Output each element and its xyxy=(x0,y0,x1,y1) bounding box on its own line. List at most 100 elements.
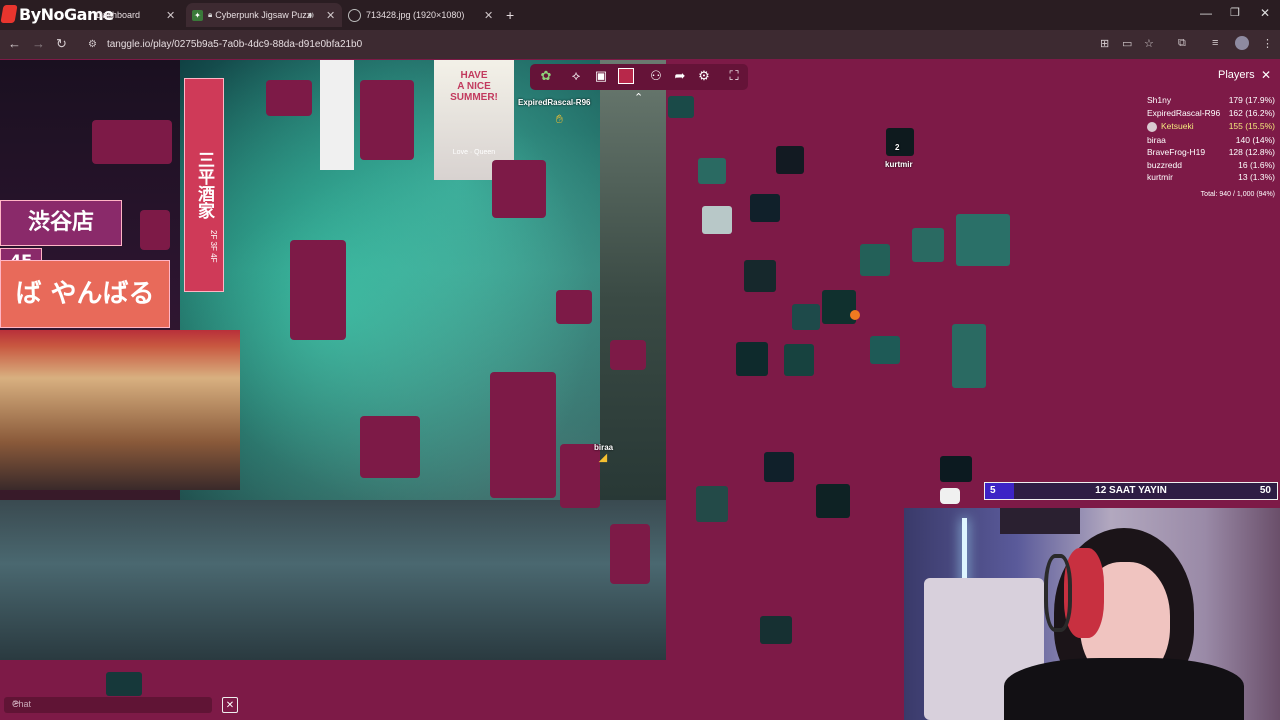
lock-icon: 🔒︎ xyxy=(208,10,213,19)
player-row: kurtmir 13 (1.3%) xyxy=(1147,172,1275,184)
player-name: buzzredd xyxy=(1147,160,1182,170)
puzzle-piece[interactable] xyxy=(792,304,820,330)
puzzle-piece[interactable] xyxy=(784,344,814,376)
send-icon[interactable]: ➢ xyxy=(12,698,208,709)
cursor-label-expired: ExpiredRascal-R96 xyxy=(518,98,591,107)
puzzle-piece[interactable] xyxy=(698,158,726,184)
restore-icon[interactable]: ❐ xyxy=(1230,6,1240,19)
collapse-chevron-icon[interactable]: ⌃ xyxy=(634,91,643,104)
player-row: Sh1ny 179 (17.9%) xyxy=(1147,95,1275,107)
new-tab-icon[interactable]: + xyxy=(506,3,520,27)
wet-street xyxy=(0,500,666,660)
puzzle-piece[interactable] xyxy=(736,342,768,376)
image-preview-icon[interactable]: ▣ xyxy=(589,64,613,88)
tab-jigsaw[interactable]: ✦ 🔒︎ Cyberpunk Jigsaw Puzz 🔊︎ ✕ xyxy=(186,3,342,27)
pieces-icon[interactable]: ⟡ xyxy=(564,64,588,88)
bynogame-mark-icon xyxy=(0,5,18,23)
player-name: biraa xyxy=(1147,135,1166,145)
missing-piece-area xyxy=(290,240,346,340)
minimize-icon[interactable]: — xyxy=(1200,6,1212,20)
fullscreen-icon[interactable]: ⛶ xyxy=(722,64,746,88)
globe-icon xyxy=(348,8,361,22)
player-score: 16 (1.6%) xyxy=(1238,160,1275,170)
close-icon[interactable]: ✕ xyxy=(1259,68,1273,82)
puzzle-board[interactable]: 渋谷店 4F ば やんばる 三平酒家 2F 3F 4F HAVE A NICE … xyxy=(0,60,666,660)
missing-piece-area xyxy=(266,80,312,116)
puzzle-piece[interactable] xyxy=(940,456,972,482)
player-score: 13 (1.3%) xyxy=(1238,172,1275,182)
puzzle-piece[interactable] xyxy=(886,128,914,156)
puzzle-piece[interactable] xyxy=(816,484,850,518)
puzzle-piece[interactable] xyxy=(956,214,1010,266)
puzzle-favicon-icon: ✦ xyxy=(192,9,203,21)
chat-close-icon[interactable]: ✕ xyxy=(222,697,238,713)
tab-close-icon[interactable]: ✕ xyxy=(166,9,175,22)
site-info-icon[interactable]: ⚙ xyxy=(88,39,97,50)
forward-icon[interactable]: → xyxy=(32,36,45,51)
headphones-icon xyxy=(1044,554,1072,632)
player-row: biraa 140 (14%) xyxy=(1147,135,1275,147)
missing-piece-area xyxy=(610,340,646,370)
tab-dashboard[interactable]: Dashboard ✕ xyxy=(96,3,184,27)
missing-piece-area xyxy=(360,416,420,478)
profile-avatar[interactable] xyxy=(1235,36,1249,50)
share-icon[interactable]: ➦ xyxy=(668,64,692,88)
goal-end: 50 xyxy=(1259,485,1271,496)
puzzle-logo-icon[interactable]: ✿ xyxy=(534,64,558,88)
person-shirt xyxy=(1004,658,1244,720)
player-row: buzzredd 16 (1.6%) xyxy=(1147,160,1275,172)
puzzle-piece[interactable] xyxy=(870,336,900,364)
player-avatar xyxy=(1147,121,1157,132)
puzzle-piece[interactable] xyxy=(860,244,890,276)
tab-jigsaw-label: Cyberpunk Jigsaw Puzz xyxy=(215,10,312,20)
player-row: BraveFrog-H19 128 (12.8%) xyxy=(1147,147,1275,159)
puzzle-piece[interactable] xyxy=(744,260,776,292)
tab-close-icon[interactable]: ✕ xyxy=(484,9,493,22)
menu-dots-icon[interactable]: ⋮ xyxy=(1262,37,1273,50)
cursor-label-kurtmir: kurtmir xyxy=(885,160,913,169)
missing-piece-area xyxy=(492,160,546,218)
tab-close-icon[interactable]: ✕ xyxy=(326,9,335,22)
close-window-icon[interactable]: ✕ xyxy=(1260,6,1270,20)
back-icon[interactable]: ← xyxy=(8,36,21,51)
puzzle-piece[interactable] xyxy=(106,672,142,696)
white-sign xyxy=(320,60,354,170)
tab-image-label: 713428.jpg (1920×1080) xyxy=(366,10,465,20)
storefront xyxy=(0,330,240,490)
puzzle-piece[interactable] xyxy=(760,616,792,644)
puzzle-piece[interactable] xyxy=(764,452,794,482)
puzzle-piece[interactable] xyxy=(912,228,944,262)
puzzle-piece[interactable] xyxy=(750,194,780,222)
translate-icon[interactable]: ⊞ xyxy=(1100,37,1109,50)
puzzle-piece[interactable] xyxy=(952,324,986,388)
cast-icon[interactable]: ▭ xyxy=(1122,37,1132,50)
speaker-icon[interactable]: 🔊︎ xyxy=(308,10,314,21)
player-row-highlighted: Ketsueki 155 (15.5%) xyxy=(1147,121,1275,133)
yanbaru-sign-text: ば やんばる xyxy=(15,279,155,309)
puzzle-piece[interactable] xyxy=(702,206,732,234)
tab-search-icon[interactable]: ≡ xyxy=(1212,37,1218,49)
puzzle-piece[interactable] xyxy=(696,486,728,522)
reload-icon[interactable]: ↻ xyxy=(56,36,67,52)
posters xyxy=(1000,508,1080,534)
hand-cursor-icon: ✋︎ xyxy=(556,112,563,126)
bookmark-star-icon[interactable]: ☆ xyxy=(1144,37,1154,50)
chat-input[interactable]: Chat ➢ xyxy=(4,697,212,713)
extensions-icon[interactable]: ⧉ xyxy=(1178,37,1186,50)
settings-gear-icon[interactable]: ⚙ xyxy=(692,64,716,88)
players-icon[interactable]: ⚇ xyxy=(644,64,668,88)
player-row: ExpiredRascal-R96 162 (16.2%) xyxy=(1147,108,1275,120)
missing-piece-area xyxy=(556,290,592,324)
puzzle-piece[interactable] xyxy=(668,96,694,118)
white-cat-cursor-icon xyxy=(940,488,960,504)
url-text: tanggle.io/play/0275b9a5-7a0b-4dc9-88da-… xyxy=(106,38,363,50)
players-total: Total: 940 / 1,000 (94%) xyxy=(1200,191,1275,198)
goal-label: 12 SAAT YAYIN xyxy=(1095,485,1167,496)
url-field[interactable]: ⚙ tanggle.io/play/0275b9a5-7a0b-4dc9-88d… xyxy=(80,33,1170,55)
puzzle-piece[interactable] xyxy=(776,146,804,174)
cursor-dot-icon xyxy=(850,310,860,320)
tab-image[interactable]: 713428.jpg (1920×1080) ✕ xyxy=(348,3,498,27)
billboard-line2: A NICE xyxy=(457,81,491,92)
tab-dashboard-label: Dashboard xyxy=(96,10,141,20)
background-color-icon[interactable] xyxy=(614,64,638,88)
